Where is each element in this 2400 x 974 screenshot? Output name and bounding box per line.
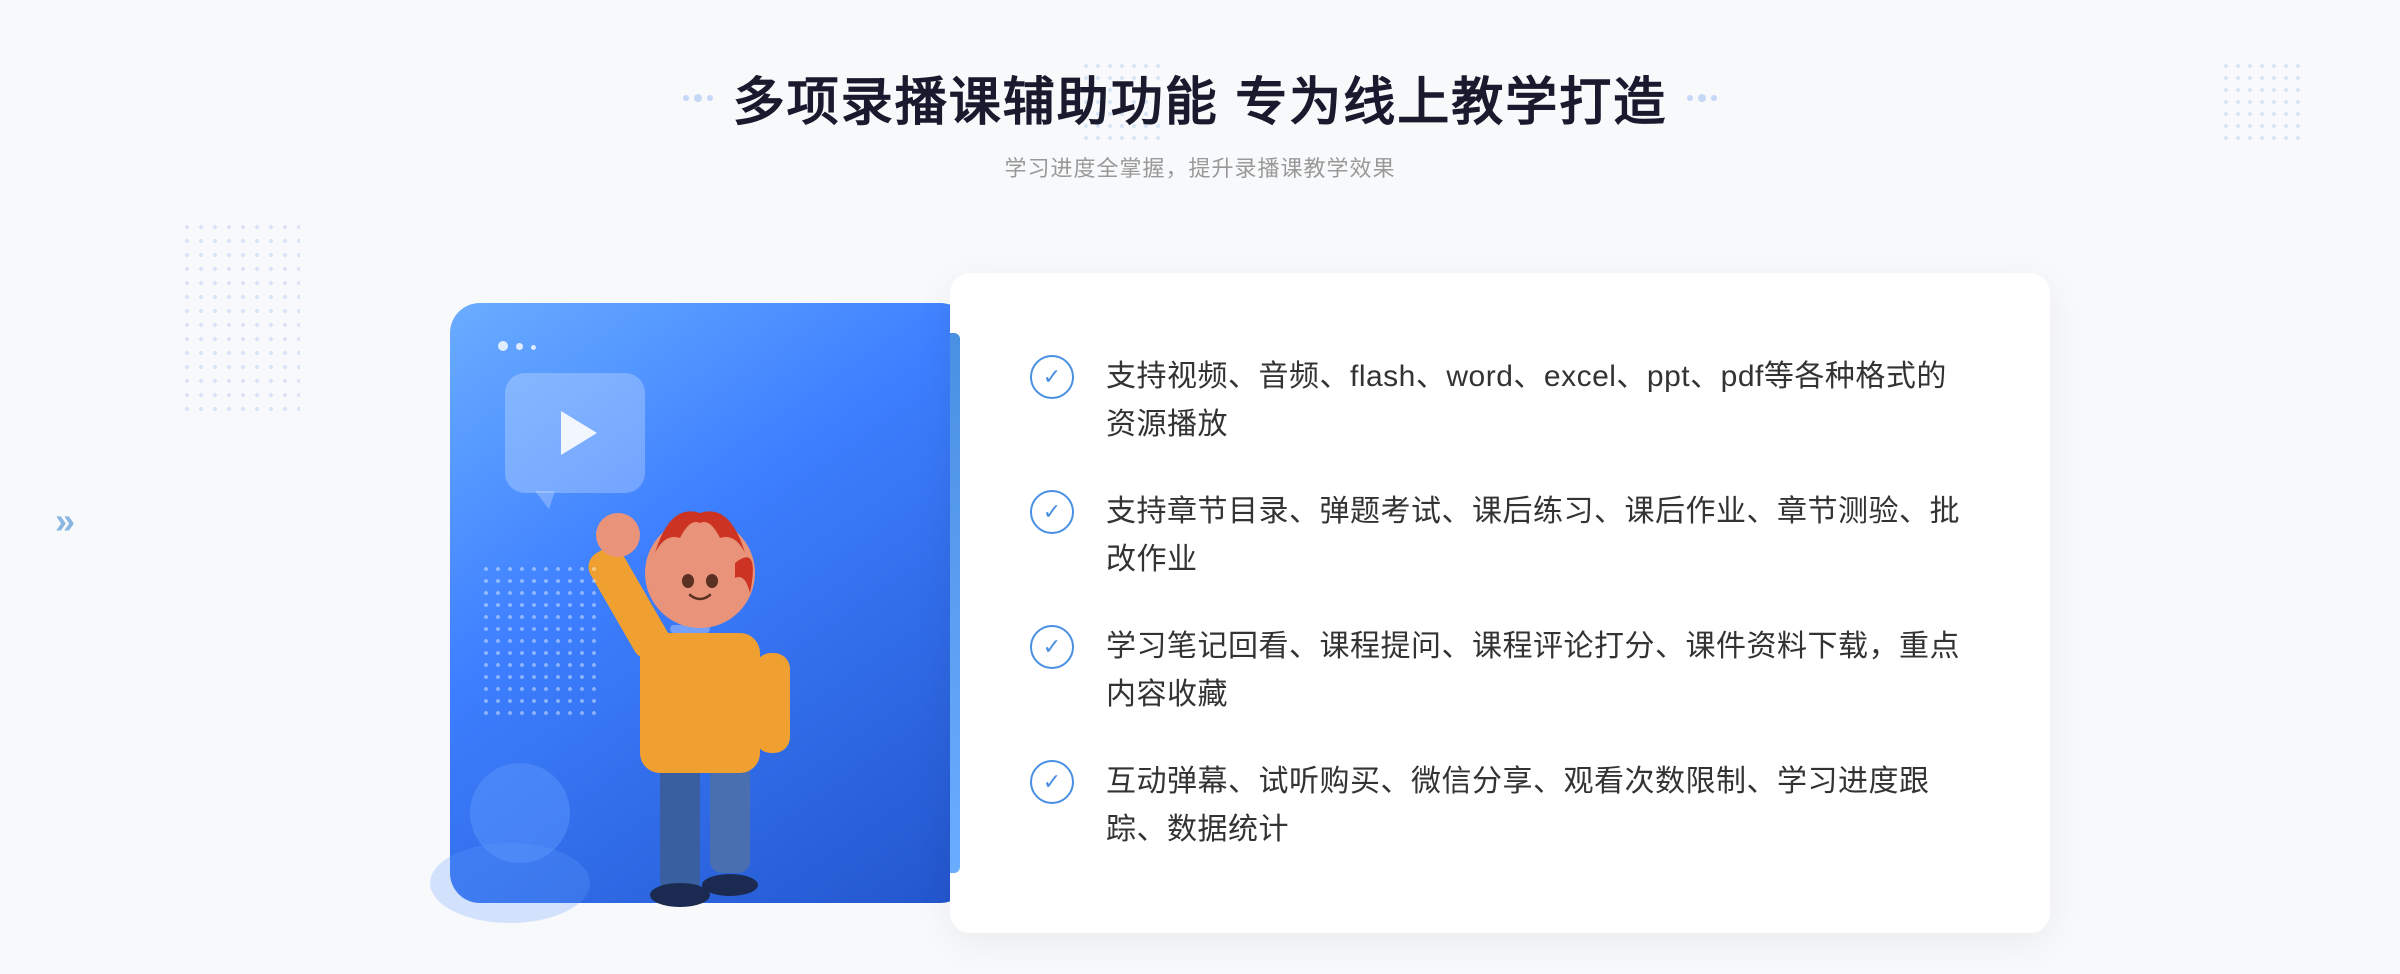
page-subtitle: 学习进度全掌握，提升录播课教学效果	[683, 151, 1717, 183]
accent-bar	[950, 333, 960, 873]
header-section: 多项录播课辅助功能 专为线上教学打造 学习进度全掌握，提升录播课教学效果	[683, 60, 1717, 183]
feature-icon-3: ✓	[1030, 625, 1074, 669]
feature-item-4: ✓ 互动弹幕、试听购买、微信分享、观看次数限制、学习进度跟踪、数据统计	[1030, 750, 1970, 862]
dots-decoration-right	[2220, 60, 2300, 140]
feature-text-2: 支持章节目录、弹题考试、课后练习、课后作业、章节测验、批改作业	[1106, 488, 1970, 584]
check-circle-1: ✓	[1030, 355, 1074, 399]
check-mark-1: ✓	[1043, 366, 1061, 388]
feature-item-2: ✓ 支持章节目录、弹题考试、课后练习、课后作业、章节测验、批改作业	[1030, 480, 1970, 592]
dots-decoration-left	[180, 220, 300, 420]
check-circle-4: ✓	[1030, 760, 1074, 804]
sparkle-decoration	[498, 341, 536, 351]
page-wrapper: » 多项录播课辅助功能 专为线上教学打造 学习进度全掌握，提升录播课教学效果	[0, 0, 2400, 974]
content-area: ✓ 支持视频、音频、flash、word、excel、ppt、pdf等各种格式的…	[350, 243, 2050, 963]
feature-text-1: 支持视频、音频、flash、word、excel、ppt、pdf等各种格式的资源…	[1106, 353, 1970, 449]
check-mark-3: ✓	[1043, 636, 1061, 658]
feature-icon-1: ✓	[1030, 355, 1074, 399]
illustration-panel	[350, 263, 1030, 943]
title-dots-left	[683, 94, 713, 102]
feature-icon-4: ✓	[1030, 760, 1074, 804]
check-mark-2: ✓	[1043, 501, 1061, 523]
feature-item-3: ✓ 学习笔记回看、课程提问、课程评论打分、课件资料下载，重点内容收藏	[1030, 615, 1970, 727]
feature-item-1: ✓ 支持视频、音频、flash、word、excel、ppt、pdf等各种格式的…	[1030, 345, 1970, 457]
page-title: 多项录播课辅助功能 专为线上教学打造	[733, 60, 1667, 135]
feature-text-3: 学习笔记回看、课程提问、课程评论打分、课件资料下载，重点内容收藏	[1106, 623, 1970, 719]
features-panel: ✓ 支持视频、音频、flash、word、excel、ppt、pdf等各种格式的…	[950, 273, 2050, 933]
title-row: 多项录播课辅助功能 专为线上教学打造	[683, 60, 1717, 135]
card-dots-pattern	[480, 563, 600, 723]
play-icon	[561, 411, 597, 455]
feature-icon-2: ✓	[1030, 490, 1074, 534]
feature-text-4: 互动弹幕、试听购买、微信分享、观看次数限制、学习进度跟踪、数据统计	[1106, 758, 1970, 854]
check-mark-4: ✓	[1043, 771, 1061, 793]
check-circle-3: ✓	[1030, 625, 1074, 669]
arrow-left-icon: »	[55, 500, 75, 542]
title-dots-right	[1687, 94, 1717, 102]
check-circle-2: ✓	[1030, 490, 1074, 534]
